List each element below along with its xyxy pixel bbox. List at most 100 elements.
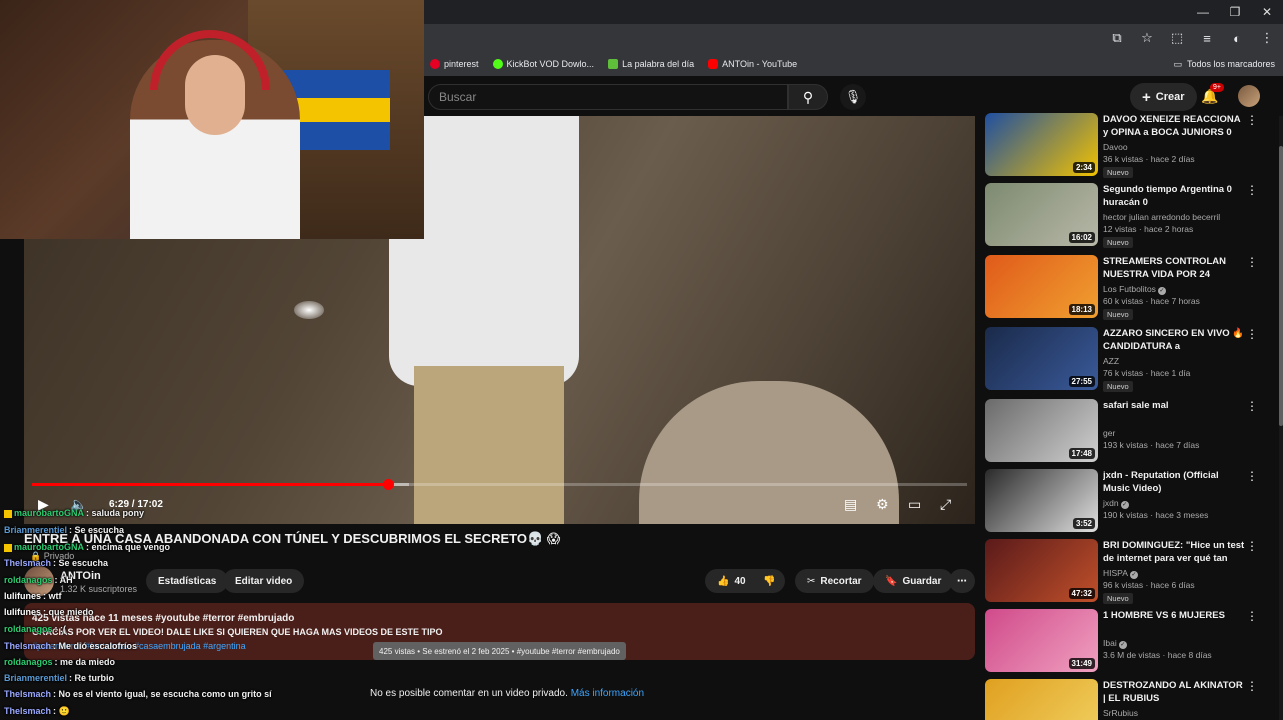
maximize-icon[interactable]: ❐: [1219, 0, 1251, 24]
bookmark-star-icon[interactable]: ☆: [1137, 28, 1157, 48]
clip-button[interactable]: ✂ Recortar: [795, 569, 874, 593]
more-options-icon[interactable]: ⋮: [1246, 327, 1258, 341]
recommended-channel[interactable]: hector julian arredondo becerril: [1103, 212, 1220, 222]
recommended-title[interactable]: AZZARO SINCERO EN VIVO 🔥 CANDIDATURA a P…: [1103, 327, 1245, 353]
chat-username[interactable]: Brianmerentiel: [4, 673, 67, 683]
recommended-video[interactable]: 17:48 safari sale mal ger 193 k vistas · ha…: [985, 399, 1275, 465]
recommended-title[interactable]: BRI DOMINGUEZ: "Hice un test de internet…: [1103, 539, 1245, 565]
recommended-title[interactable]: Segundo tiempo Argentina 0 huracán 0: [1103, 183, 1245, 209]
video-thumbnail[interactable]: 16:02: [985, 183, 1098, 246]
chat-username[interactable]: maurobartoGNA: [14, 508, 84, 518]
chat-username[interactable]: Thelsmach: [4, 558, 51, 568]
more-options-icon[interactable]: ⋮: [1246, 609, 1258, 623]
more-options-icon[interactable]: ⋮: [1246, 183, 1258, 197]
search-button[interactable]: ⚲: [788, 84, 828, 110]
video-thumbnail[interactable]: 31:49: [985, 609, 1098, 672]
theater-button[interactable]: ▭: [908, 494, 921, 514]
recommended-title[interactable]: STREAMERS CONTROLAN NUESTRA VIDA POR 24 …: [1103, 255, 1245, 281]
settings-button[interactable]: ⚙: [876, 494, 889, 514]
more-info-link[interactable]: Más información: [571, 688, 644, 699]
recommended-video[interactable]: 31:49 1 HOMBRE VS 6 MUJERES Ibai ✓ 3.6 M de …: [985, 609, 1275, 675]
new-badge: Nuevo: [1103, 593, 1133, 604]
chat-username[interactable]: Brianmerentiel: [4, 525, 67, 535]
video-thumbnail[interactable]: 3:52: [985, 469, 1098, 532]
recommended-title[interactable]: DAVOO XENEIZE REACCIONA y OPINA a BOCA J…: [1103, 113, 1245, 139]
recommended-meta: 190 k vistas · hace 3 meses: [1103, 510, 1209, 520]
chat-username[interactable]: Thelsmach: [4, 706, 51, 716]
progress-scrubber[interactable]: [383, 479, 395, 490]
chat-username[interactable]: lulifunes: [4, 591, 41, 601]
chat-username[interactable]: lulifunes: [4, 607, 41, 617]
recommended-video[interactable]: 47:32 BRI DOMINGUEZ: "Hice un test de int…: [985, 539, 1275, 605]
recommended-meta: 36 k vistas · hace 2 días: [1103, 154, 1195, 164]
search-input[interactable]: Buscar: [428, 84, 788, 110]
bookmark-pinterest[interactable]: pinterest: [430, 59, 479, 69]
recommended-video[interactable]: 16:02 Segundo tiempo Argentina 0 huracán …: [985, 183, 1275, 249]
more-options-icon[interactable]: ⋮: [1246, 469, 1258, 483]
browser-menu-icon[interactable]: ⋮: [1257, 28, 1277, 48]
recommended-title[interactable]: 1 HOMBRE VS 6 MUJERES: [1103, 609, 1245, 622]
bookmark-kickbot[interactable]: KickBot VOD Dowlo...: [492, 59, 594, 69]
chat-text: : wtf: [43, 591, 62, 601]
scroll-thumb[interactable]: [1279, 146, 1283, 426]
chat-username[interactable]: roldanagos: [4, 575, 53, 585]
video-thumbnail[interactable]: [985, 679, 1098, 720]
like-button[interactable]: 👍 40: [705, 569, 754, 593]
more-options-icon[interactable]: ⋮: [1246, 113, 1258, 127]
recommended-channel[interactable]: AZZ: [1103, 356, 1119, 366]
video-thumbnail[interactable]: 18:13: [985, 255, 1098, 318]
chat-username[interactable]: Thelsmach: [4, 641, 51, 651]
chat-username[interactable]: maurobartoGNA: [14, 542, 84, 552]
minimize-icon[interactable]: —: [1187, 0, 1219, 24]
cast-icon[interactable]: ⧉: [1107, 28, 1127, 48]
chat-username[interactable]: roldanagos: [4, 624, 53, 634]
dislike-button[interactable]: 👎: [753, 569, 786, 593]
recommended-title[interactable]: DESTROZANDO AL AKINATOR | EL RUBIUS: [1103, 679, 1245, 705]
fullscreen-button[interactable]: ⤢: [940, 494, 951, 514]
recommended-video[interactable]: 3:52 jxdn - Reputation (Official Music Vi…: [985, 469, 1275, 535]
save-button[interactable]: 🔖 Guardar: [873, 569, 954, 593]
extensions-icon[interactable]: ⬚: [1167, 28, 1187, 48]
video-thumbnail[interactable]: 17:48: [985, 399, 1098, 462]
progress-bar[interactable]: [32, 479, 967, 490]
video-thumbnail[interactable]: 27:55: [985, 327, 1098, 390]
edit-video-button[interactable]: Editar video: [223, 569, 305, 593]
subtitles-button[interactable]: ▤: [844, 494, 857, 514]
recommended-channel[interactable]: HISPA ✓: [1103, 568, 1138, 579]
account-avatar[interactable]: [1238, 85, 1260, 107]
video-thumbnail[interactable]: 2:34: [985, 113, 1098, 176]
recommended-title[interactable]: jxdn - Reputation (Official Music Video): [1103, 469, 1245, 495]
voice-search-button[interactable]: 🎙: [840, 84, 866, 110]
close-icon[interactable]: ✕: [1251, 0, 1283, 24]
recommended-channel[interactable]: SrRubius: [1103, 708, 1138, 718]
more-icon: ⋯: [957, 575, 967, 587]
sidebar-scrollbar[interactable]: [1279, 116, 1283, 720]
recommended-meta: 60 k vistas · hace 7 horas: [1103, 296, 1200, 306]
new-badge: Nuevo: [1103, 167, 1133, 178]
more-options-icon[interactable]: ⋮: [1246, 679, 1258, 693]
profile-icon[interactable]: ◐: [1227, 28, 1247, 48]
more-options-icon[interactable]: ⋮: [1246, 255, 1258, 269]
recommended-title[interactable]: safari sale mal: [1103, 399, 1245, 412]
bookmark-palabra[interactable]: La palabra del día: [608, 59, 694, 69]
all-bookmarks[interactable]: ▭ Todos los marcadores: [1173, 52, 1275, 76]
recommended-channel[interactable]: jxdn ✓: [1103, 498, 1129, 509]
recommended-video[interactable]: 2:34 DAVOO XENEIZE REACCIONA y OPINA a BO…: [985, 113, 1275, 179]
stats-button[interactable]: Estadísticas: [146, 569, 229, 593]
more-options-icon[interactable]: ⋮: [1246, 399, 1258, 413]
recommended-channel[interactable]: Davoo: [1103, 142, 1128, 152]
more-actions-button[interactable]: ⋯: [949, 569, 975, 593]
more-options-icon[interactable]: ⋮: [1246, 539, 1258, 553]
recommended-channel[interactable]: Ibai ✓: [1103, 638, 1127, 649]
recommended-video[interactable]: 18:13 STREAMERS CONTROLAN NUESTRA VIDA PO…: [985, 255, 1275, 321]
chat-username[interactable]: roldanagos: [4, 657, 53, 667]
recommended-channel[interactable]: ger: [1103, 428, 1115, 438]
recommended-video[interactable]: DESTROZANDO AL AKINATOR | EL RUBIUS SrRub…: [985, 679, 1275, 720]
recommended-channel[interactable]: Los Futbolitos ✓: [1103, 284, 1166, 295]
chat-username[interactable]: Thelsmach: [4, 689, 51, 699]
bookmark-antoin[interactable]: ANTOin - YouTube: [708, 59, 797, 69]
video-thumbnail[interactable]: 47:32: [985, 539, 1098, 602]
create-button[interactable]: + Crear: [1130, 83, 1197, 111]
media-control-icon[interactable]: ≡: [1197, 28, 1217, 48]
recommended-video[interactable]: 27:55 AZZARO SINCERO EN VIVO 🔥 CANDIDATUR…: [985, 327, 1275, 393]
